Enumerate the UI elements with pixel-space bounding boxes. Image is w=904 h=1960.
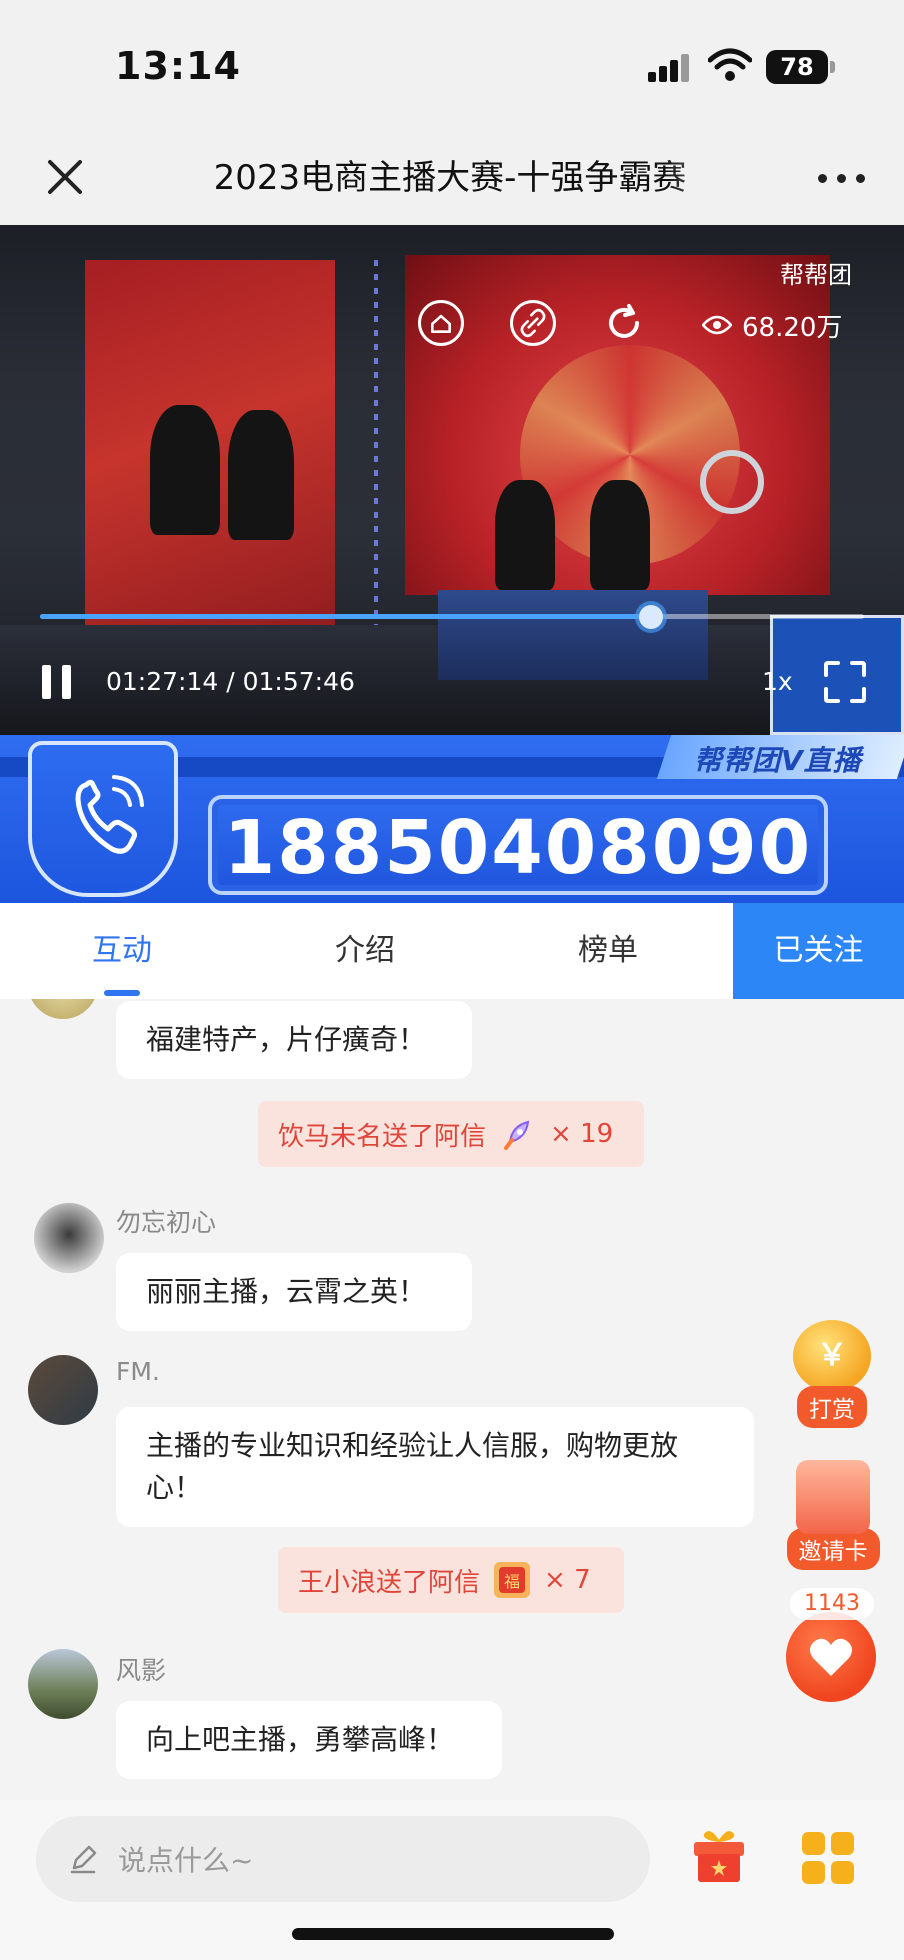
refresh-icon[interactable] xyxy=(601,300,647,346)
svg-text:福: 福 xyxy=(504,1572,520,1591)
chat-username: 风影 xyxy=(116,1656,167,1685)
wifi-icon xyxy=(708,48,752,81)
avatar[interactable] xyxy=(34,1203,104,1273)
chat-message: 主播的专业知识和经验让人信服，购物更放心！ xyxy=(116,1407,754,1527)
video-scene-person xyxy=(495,480,555,590)
gift-count: × 7 xyxy=(544,1565,591,1595)
tab-ranking[interactable]: 榜单 xyxy=(548,903,668,999)
playback-speed-button[interactable]: 1x xyxy=(762,665,793,699)
home-icon[interactable] xyxy=(418,300,464,346)
tab-introduction[interactable]: 介绍 xyxy=(305,903,425,999)
cellular-signal-icon xyxy=(648,52,692,82)
status-bar: 13:14 78 xyxy=(0,0,904,130)
nav-bar: 2023电商主播大赛-十强争霸赛 xyxy=(0,130,904,225)
chat-username: 勿忘初心 xyxy=(116,1208,217,1237)
heart-icon xyxy=(809,1638,853,1676)
progress-bar[interactable] xyxy=(40,605,864,629)
gift-notice-text: 王小浪送了阿信 xyxy=(298,1567,481,1598)
chat-message: 丽丽主播，云霄之英！ xyxy=(116,1253,472,1331)
comment-placeholder: 说点什么~ xyxy=(118,1844,254,1877)
viewer-count: 68.20万 xyxy=(702,305,842,345)
video-scene-person xyxy=(590,480,650,590)
video-watermark: 帮帮团 xyxy=(780,261,852,289)
gift-notice: 饮马未名送了阿信 × 19 xyxy=(258,1101,644,1167)
video-scene-ring-light xyxy=(700,450,764,514)
status-time: 13:14 xyxy=(115,44,241,88)
phone-icon xyxy=(75,775,144,854)
more-options-icon[interactable] xyxy=(818,166,866,190)
invite-card-button[interactable]: 邀请卡 xyxy=(786,1460,880,1570)
apps-grid-icon[interactable] xyxy=(802,1832,854,1884)
battery-indicator: 78 xyxy=(766,50,828,84)
video-scene-person xyxy=(150,405,220,535)
link-icon[interactable] xyxy=(510,300,556,346)
viewer-count-value: 68.20万 xyxy=(742,312,843,343)
video-scene-person xyxy=(228,410,294,540)
like-button[interactable] xyxy=(786,1612,876,1702)
tab-interaction[interactable]: 互动 xyxy=(62,903,182,999)
video-scene-desk xyxy=(438,590,708,680)
avatar[interactable] xyxy=(28,1649,98,1719)
chat-username: FM. xyxy=(116,1357,160,1386)
total-duration: 01:57:46 xyxy=(242,667,355,696)
current-time: 01:27:14 xyxy=(106,667,219,696)
home-indicator xyxy=(292,1928,614,1940)
chat-message: 向上吧主播，勇攀高峰！ xyxy=(116,1701,502,1779)
like-count: 1143 xyxy=(790,1588,874,1620)
phone-number: 18850408090 xyxy=(223,805,813,891)
tab-active-indicator xyxy=(104,990,140,996)
pause-button[interactable] xyxy=(42,665,72,699)
follow-button[interactable]: 已关注 xyxy=(733,903,904,999)
live-video-player[interactable]: 帮帮团 68.20万 01:27:14 / 01:57:46 1x xyxy=(0,225,904,735)
reward-label: 打赏 xyxy=(797,1386,867,1428)
fullscreen-icon[interactable] xyxy=(822,659,868,705)
progress-fill xyxy=(40,614,651,619)
gift-icon[interactable] xyxy=(688,1824,750,1886)
progress-scrubber[interactable] xyxy=(638,605,663,629)
gift-notice-text: 饮马未名送了阿信 xyxy=(278,1121,487,1152)
chat-feed[interactable]: 福建特产，片仔癀奇！ 饮马未名送了阿信 × 19 勿忘初心 丽丽主播，云霄之英！… xyxy=(0,999,904,1799)
coin-icon: ￥ xyxy=(793,1320,871,1392)
chat-message: 福建特产，片仔癀奇！ xyxy=(116,1001,472,1079)
gift-notice: 王小浪送了阿信 福 × 7 xyxy=(278,1547,624,1613)
comment-input[interactable]: 说点什么~ xyxy=(36,1816,650,1902)
rocket-icon xyxy=(504,1120,530,1150)
page-title: 2023电商主播大赛-十强争霸赛 xyxy=(213,158,687,198)
banner-tag: 帮帮团V直播 xyxy=(694,744,862,777)
reward-button[interactable]: ￥ 打赏 xyxy=(790,1320,874,1428)
phone-shield xyxy=(28,741,178,897)
playback-time: 01:27:14 / 01:57:46 xyxy=(106,667,355,696)
hotline-banner: 帮帮团V直播 18850408090 xyxy=(0,735,904,903)
eye-icon xyxy=(702,315,732,335)
gift-count: × 19 xyxy=(550,1119,614,1149)
invite-label: 邀请卡 xyxy=(786,1528,880,1570)
avatar[interactable] xyxy=(28,999,98,1019)
avatar[interactable] xyxy=(28,1355,98,1425)
battery-nub xyxy=(830,61,835,73)
close-icon[interactable] xyxy=(40,152,90,202)
phone-number-box[interactable]: 18850408090 xyxy=(208,795,828,895)
pencil-icon xyxy=(70,1845,97,1874)
fu-card-icon: 福 xyxy=(494,1562,531,1598)
envelope-icon xyxy=(796,1460,870,1534)
